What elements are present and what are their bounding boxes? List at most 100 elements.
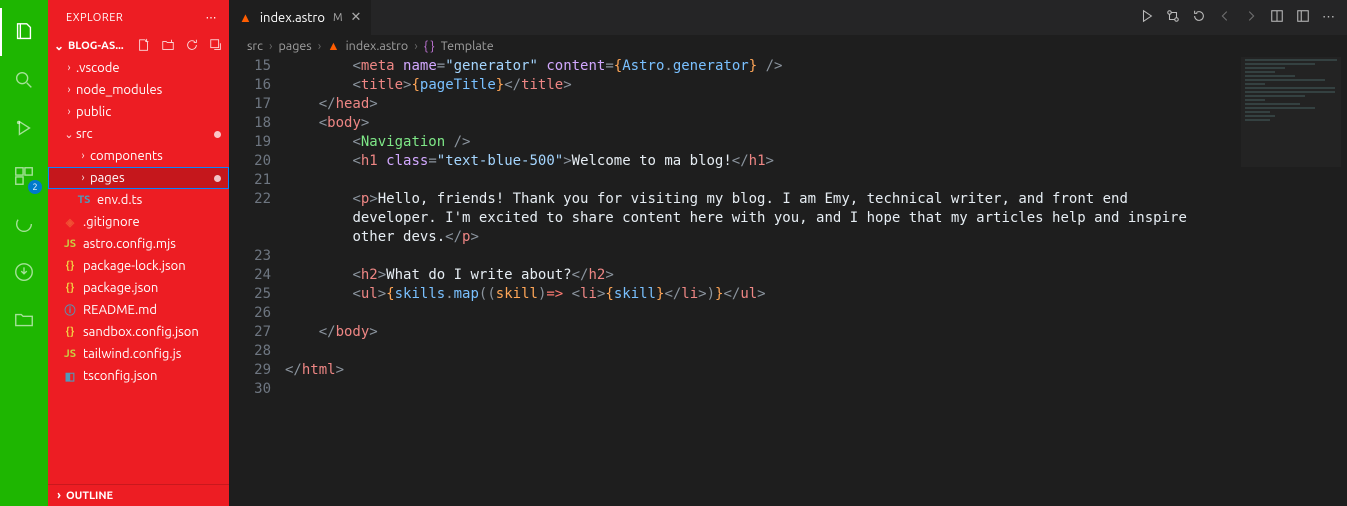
tab-filename: index.astro (260, 11, 325, 25)
new-file-button[interactable] (137, 38, 151, 55)
tree-file-readme[interactable]: ⓘ README.md (48, 299, 229, 321)
tree-label: .vscode (76, 61, 120, 75)
new-folder-button[interactable] (161, 38, 175, 55)
sidebar-more-button[interactable]: ⋯ (206, 11, 218, 24)
collapse-icon (209, 38, 223, 52)
search-icon (13, 69, 35, 91)
extensions-badge: 2 (28, 180, 42, 194)
breadcrumb-pages[interactable]: pages (278, 39, 311, 53)
git-icon: ◈ (62, 216, 78, 229)
modified-dot-icon (214, 131, 221, 138)
activity-progress[interactable] (0, 200, 48, 248)
discard-icon (1192, 9, 1206, 23)
workspace-section-header[interactable]: ⌄ BLOG-AS... (48, 35, 229, 57)
tab-modified-marker: M (333, 12, 343, 24)
breadcrumbs[interactable]: src › pages › ▲ index.astro › { } Templa… (229, 35, 1347, 57)
chevron-down-icon: ⌄ (52, 39, 66, 53)
editor-body[interactable]: 15161718192021222324252627282930 <meta n… (229, 57, 1347, 506)
minimap[interactable] (1241, 57, 1341, 167)
activity-bar: 2 (0, 0, 48, 506)
branch-button[interactable] (1166, 9, 1180, 26)
tree-file-sandbox[interactable]: {} sandbox.config.json (48, 321, 229, 343)
tree-folder-vscode[interactable]: ›.vscode (48, 57, 229, 79)
sidebar-header: EXPLORER ⋯ (48, 0, 229, 35)
js-icon: JS (62, 348, 78, 360)
activity-download[interactable] (0, 248, 48, 296)
tabs-bar: ▲ index.astro M ✕ ⋯ (229, 0, 1347, 35)
chevron-right-icon: › (62, 106, 76, 118)
activity-search[interactable] (0, 56, 48, 104)
chevron-right-icon: › (318, 39, 322, 53)
json-icon: {} (62, 326, 78, 338)
tree-label: tailwind.config.js (83, 347, 181, 361)
info-icon: ⓘ (62, 302, 78, 318)
json-icon: {} (62, 260, 78, 272)
tab-close-button[interactable]: ✕ (351, 10, 362, 25)
arrow-right-icon (1244, 9, 1258, 23)
breadcrumb-symbol[interactable]: Template (441, 39, 494, 53)
tree-label: README.md (83, 303, 157, 317)
tree-folder-src[interactable]: ⌄src (48, 123, 229, 145)
split-icon (1270, 9, 1284, 23)
layout-button[interactable] (1296, 9, 1310, 26)
breadcrumb-src[interactable]: src (247, 39, 263, 53)
split-button[interactable] (1270, 9, 1284, 26)
tree-label: .gitignore (83, 215, 140, 229)
tree-folder-pages[interactable]: ›pages (48, 167, 229, 189)
tsconfig-icon: ◧ (62, 370, 78, 383)
activity-explorer[interactable] (0, 8, 48, 56)
tree-label: public (76, 105, 111, 119)
folder-icon (13, 309, 35, 331)
activity-files2[interactable] (0, 296, 48, 344)
activity-extensions[interactable]: 2 (0, 152, 48, 200)
tree-file-gitignore[interactable]: ◈ .gitignore (48, 211, 229, 233)
editor-actions: ⋯ (1140, 0, 1347, 35)
tree-label: package.json (83, 281, 158, 295)
refresh-button[interactable] (185, 38, 199, 55)
new-folder-icon (161, 38, 175, 52)
tree-label: tsconfig.json (83, 369, 157, 383)
nav-back[interactable] (1218, 9, 1232, 26)
tree-folder-node-modules[interactable]: ›node_modules (48, 79, 229, 101)
astro-icon: ▲ (327, 39, 339, 53)
tree-label: astro.config.mjs (83, 237, 176, 251)
run-button[interactable] (1140, 9, 1154, 26)
editor-more-button[interactable]: ⋯ (1322, 10, 1335, 25)
loading-icon (13, 213, 35, 235)
tree-file-pkglock[interactable]: {} package-lock.json (48, 255, 229, 277)
explorer-sidebar: EXPLORER ⋯ ⌄ BLOG-AS... ›.vscode ›node_m… (48, 0, 229, 506)
outline-section-header[interactable]: › OUTLINE (48, 484, 229, 506)
tree-file-pkg[interactable]: {}package.json (48, 277, 229, 299)
breadcrumb-file[interactable]: index.astro (346, 39, 409, 53)
activity-run[interactable] (0, 104, 48, 152)
tree-label: env.d.ts (97, 193, 142, 207)
tree-file-envdts[interactable]: TS env.d.ts (48, 189, 229, 211)
play-icon (1140, 9, 1154, 23)
code-content[interactable]: <meta name="generator" content={Astro.ge… (285, 57, 1347, 506)
braces-icon: { } (424, 39, 435, 53)
tree-file-astrocfg[interactable]: JSastro.config.mjs (48, 233, 229, 255)
outline-label: OUTLINE (66, 490, 113, 502)
tree-folder-components[interactable]: ›components (48, 145, 229, 167)
nav-fwd[interactable] (1244, 9, 1258, 26)
chevron-right-icon: › (62, 62, 76, 74)
layout-icon (1296, 9, 1310, 23)
tree-label: sandbox.config.json (83, 325, 199, 339)
editor-area: ▲ index.astro M ✕ ⋯ src › pages › ▲ inde… (229, 0, 1347, 506)
tree-folder-public[interactable]: ›public (48, 101, 229, 123)
chevron-right-icon: › (269, 39, 273, 53)
chevron-right-icon: › (52, 489, 66, 502)
collapse-all-button[interactable] (209, 38, 223, 55)
astro-icon: ▲ (239, 10, 252, 25)
arrow-left-icon (1218, 9, 1232, 23)
chevron-right-icon: › (76, 150, 90, 162)
file-tree: ›.vscode ›node_modules ›public ⌄src ›com… (48, 57, 229, 484)
revert-button[interactable] (1192, 9, 1206, 26)
tab-index-astro[interactable]: ▲ index.astro M ✕ (229, 0, 372, 35)
tree-file-tailwind[interactable]: JS tailwind.config.js (48, 343, 229, 365)
tree-label: components (90, 149, 163, 163)
ts-icon: TS (76, 194, 92, 206)
line-number-gutter: 15161718192021222324252627282930 (229, 57, 285, 506)
tree-file-tsconfig[interactable]: ◧ tsconfig.json (48, 365, 229, 387)
tree-label: package-lock.json (83, 259, 186, 273)
